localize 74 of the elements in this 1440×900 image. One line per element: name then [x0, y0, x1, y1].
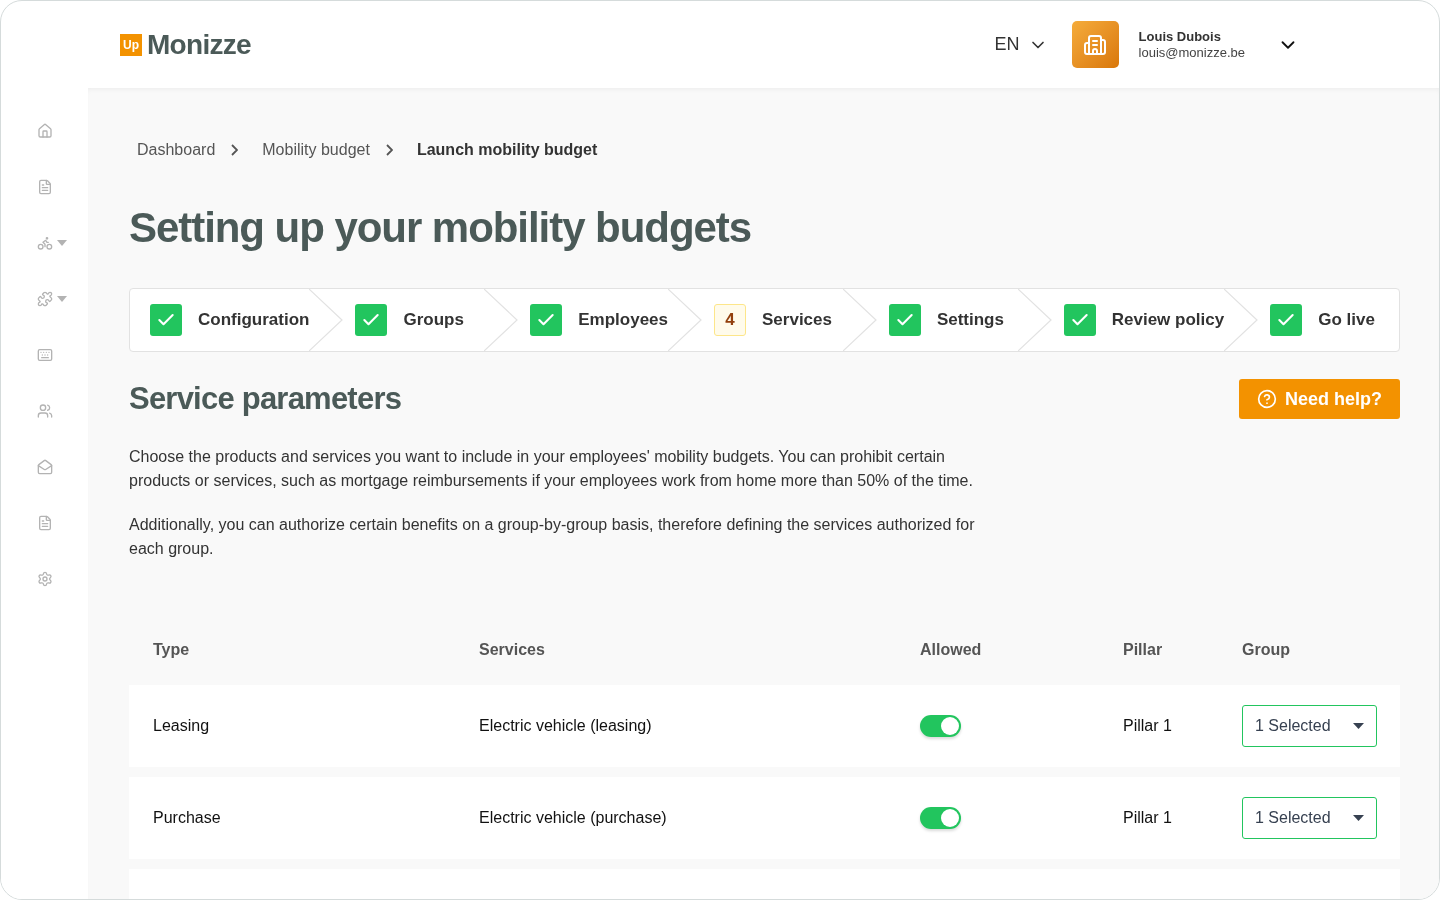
document-icon: [36, 179, 53, 195]
logo-badge: Up: [120, 33, 142, 56]
column-header: Services: [479, 639, 546, 660]
envelope-icon: [36, 459, 53, 475]
chevron-right-icon: [385, 144, 393, 156]
step[interactable]: Settings: [876, 289, 1018, 351]
check-icon: [1270, 304, 1303, 336]
puzzle-icon: [36, 291, 53, 307]
step[interactable]: Configuration: [130, 289, 310, 351]
sidebar-item[interactable]: [36, 402, 53, 420]
help-icon: [1257, 389, 1277, 410]
step-label: Configuration: [198, 309, 310, 332]
step[interactable]: 4 Services: [702, 289, 843, 351]
sidebar-item[interactable]: [36, 122, 53, 140]
users-icon: [36, 403, 53, 419]
step-label: Review policy: [1111, 309, 1225, 332]
step[interactable]: Employees: [518, 289, 669, 351]
home-icon: [36, 123, 53, 139]
table-cell-text: Electric vehicle (purchase): [479, 807, 668, 828]
caret-icon: [56, 296, 67, 302]
page-title: Setting up your mobility budgets: [129, 203, 753, 253]
caret-icon: [56, 240, 67, 246]
sidebar-item[interactable]: [36, 346, 53, 364]
language-selector[interactable]: EN: [994, 31, 1048, 58]
step-label: Go live: [1318, 309, 1375, 332]
step-number: 4: [714, 304, 747, 336]
step[interactable]: Review policy: [1051, 289, 1225, 351]
check-icon: [355, 304, 388, 336]
caret-icon: [1353, 814, 1364, 821]
check-icon: [888, 304, 921, 336]
table-cell-text: Pillar 1: [1123, 715, 1173, 736]
sidebar-item[interactable]: [36, 514, 53, 532]
keyboard-icon: [36, 347, 53, 363]
user-email: louis@monizze.be: [1138, 44, 1245, 61]
toggle-switch[interactable]: [920, 806, 961, 829]
user-name: Louis Dubois: [1138, 28, 1222, 45]
column-header: Allowed: [920, 639, 983, 660]
step[interactable]: Go live: [1258, 289, 1399, 351]
check-icon: [150, 304, 182, 336]
check-icon: [530, 304, 563, 336]
column-header: Pillar: [1123, 639, 1164, 660]
section-title: Service parameters: [129, 380, 402, 418]
group-dropdown[interactable]: 1 Selected: [1242, 796, 1377, 839]
table-cell-text: Purchase: [153, 807, 222, 828]
settings-icon: [36, 571, 53, 587]
step-label: Employees: [578, 309, 669, 332]
check-icon: [1063, 304, 1096, 336]
step-label: Groups: [403, 309, 464, 332]
breadcrumb-link[interactable]: Launch mobility budget: [416, 138, 598, 162]
table-cell-text: Electric vehicle (leasing): [479, 715, 653, 736]
sidebar-item[interactable]: [36, 458, 53, 476]
description-text: Additionally, you can authorize certain benefits on a group-by-group basis, therefore defining the services authorized for each group.: [129, 514, 976, 559]
group-dropdown[interactable]: 1 Selected: [1242, 704, 1377, 747]
sidebar-item[interactable]: [36, 290, 67, 308]
column-header: Group: [1242, 639, 1291, 660]
column-header: Type: [153, 639, 191, 660]
description-text: Choose the products and services you want to include in your employees' mobility budgets. You can prohibit certain products or services, such as mortgage reimbursements if your employees work from home more than 50% of the time.: [129, 446, 974, 491]
sidebar-item[interactable]: [36, 234, 67, 252]
step-label: Services: [762, 309, 832, 332]
building-icon: [1083, 32, 1108, 57]
bicycle-icon: [36, 235, 53, 251]
sidebar-item[interactable]: [36, 570, 53, 588]
step[interactable]: Groups: [343, 289, 485, 351]
step-label: Settings: [936, 309, 1004, 332]
toggle-switch[interactable]: [920, 714, 961, 737]
document-icon: [36, 515, 53, 531]
table-cell-text: Pillar 1: [1123, 807, 1173, 828]
logo-text: Monizze: [147, 27, 251, 62]
breadcrumb-link[interactable]: Mobility budget: [262, 138, 370, 162]
sidebar-item[interactable]: [36, 178, 53, 196]
chevron-right-icon: [231, 144, 239, 156]
table-cell-text: Leasing: [153, 715, 211, 736]
breadcrumb-link[interactable]: Dashboard: [137, 138, 216, 162]
caret-icon: [1353, 722, 1364, 729]
